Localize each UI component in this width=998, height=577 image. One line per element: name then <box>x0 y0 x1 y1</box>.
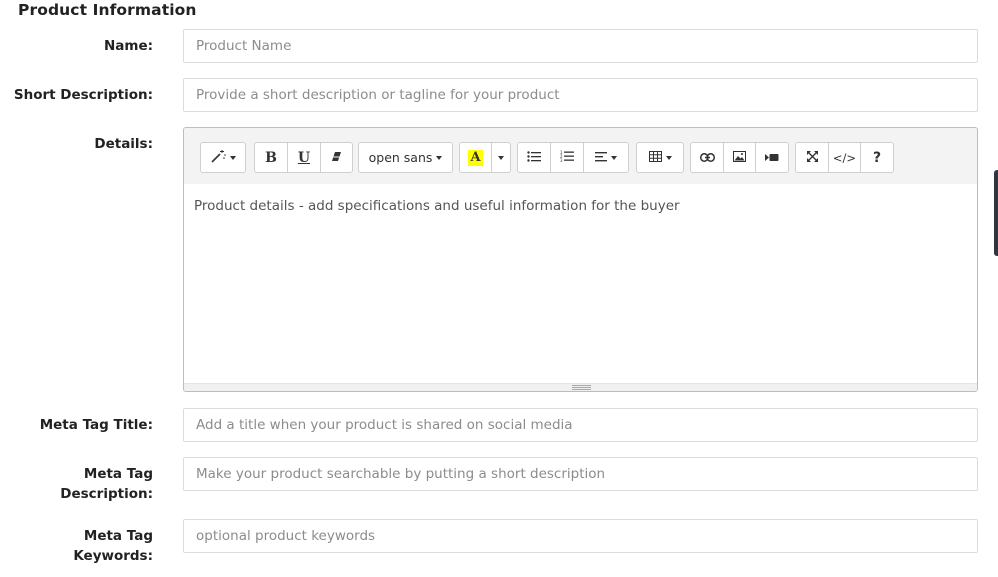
meta-description-label-line2: Description: <box>60 486 153 502</box>
font-name-value: open sans <box>368 150 433 165</box>
expand-icon <box>806 150 818 165</box>
meta-keywords-label: Meta Tag Keywords: <box>73 526 153 566</box>
help-button[interactable]: ? <box>860 142 894 173</box>
details-label: Details: <box>94 136 153 152</box>
editor-resize-bar[interactable] <box>184 383 977 391</box>
paragraph-group: 123 <box>517 142 629 173</box>
unordered-list-button[interactable] <box>517 142 551 173</box>
name-input[interactable] <box>184 30 977 62</box>
numbered-list-icon: 123 <box>560 150 574 165</box>
short-description-label: Short Description: <box>13 87 153 103</box>
paragraph-align-dropdown[interactable] <box>583 142 629 173</box>
style-group <box>200 142 246 173</box>
name-field-container <box>183 29 978 63</box>
meta-keywords-field-container <box>183 519 978 553</box>
insert-link-button[interactable] <box>690 142 724 173</box>
meta-title-label: Meta Tag Title: <box>39 417 153 433</box>
code-view-button[interactable]: </> <box>828 142 861 173</box>
style-dropdown-button[interactable] <box>200 142 246 173</box>
color-group: A <box>459 142 511 173</box>
meta-keywords-label-line2: Keywords: <box>73 548 153 564</box>
table-group <box>636 142 684 173</box>
insert-video-button[interactable] <box>755 142 789 173</box>
link-icon <box>699 151 715 165</box>
editor-toolbar: B U open sans A 1 2 3 </> ? <box>184 128 977 184</box>
meta-description-field-container <box>183 457 978 491</box>
rich-text-editor: B U open sans A 1 2 3 </> ? Product deta… <box>183 127 978 392</box>
chevron-down-icon <box>229 155 236 160</box>
insert-group <box>690 142 789 173</box>
bold-button[interactable]: B <box>254 142 288 173</box>
short-description-input[interactable] <box>184 79 977 111</box>
table-icon <box>648 150 662 165</box>
meta-title-input[interactable] <box>184 409 977 441</box>
chevron-down-icon <box>611 155 617 160</box>
chevron-down-icon <box>436 155 443 160</box>
short-description-field-container <box>183 78 978 112</box>
meta-title-field-container <box>183 408 978 442</box>
font-name-group: open sans <box>358 142 453 173</box>
video-icon <box>765 151 779 165</box>
fullscreen-button[interactable] <box>795 142 829 173</box>
ordered-list-button[interactable]: 123 <box>550 142 584 173</box>
editor-content[interactable]: Product details - add specifications and… <box>184 184 977 384</box>
chevron-down-icon <box>498 155 504 160</box>
meta-description-input[interactable] <box>184 458 977 490</box>
align-left-icon <box>595 151 607 165</box>
eraser-icon <box>331 151 342 165</box>
insert-picture-button[interactable] <box>723 142 756 173</box>
svg-text:3: 3 <box>560 158 563 162</box>
meta-keywords-label-line1: Meta Tag <box>83 528 153 544</box>
picture-icon <box>733 150 746 165</box>
font-style-group: B U <box>254 142 353 173</box>
name-label: Name: <box>103 38 153 54</box>
clear-format-button[interactable] <box>320 142 353 173</box>
underline-button[interactable]: U <box>287 142 321 173</box>
magic-wand-icon <box>210 149 226 166</box>
font-name-dropdown[interactable]: open sans <box>358 142 453 173</box>
resize-grip-icon[interactable] <box>572 385 591 390</box>
table-dropdown-button[interactable] <box>636 142 684 173</box>
text-color-icon: A <box>468 149 483 166</box>
side-panel-tab[interactable] <box>994 170 998 256</box>
text-color-button[interactable]: A <box>459 142 492 173</box>
view-group: </> ? <box>795 142 894 173</box>
color-dropdown-button[interactable] <box>491 142 511 173</box>
section-title: Product Information <box>18 1 197 19</box>
meta-keywords-input[interactable] <box>184 520 977 552</box>
bullet-list-icon <box>527 150 541 165</box>
meta-description-label-line1: Meta Tag <box>83 466 153 482</box>
meta-description-label: Meta Tag Description: <box>60 464 153 504</box>
chevron-down-icon <box>665 155 672 160</box>
